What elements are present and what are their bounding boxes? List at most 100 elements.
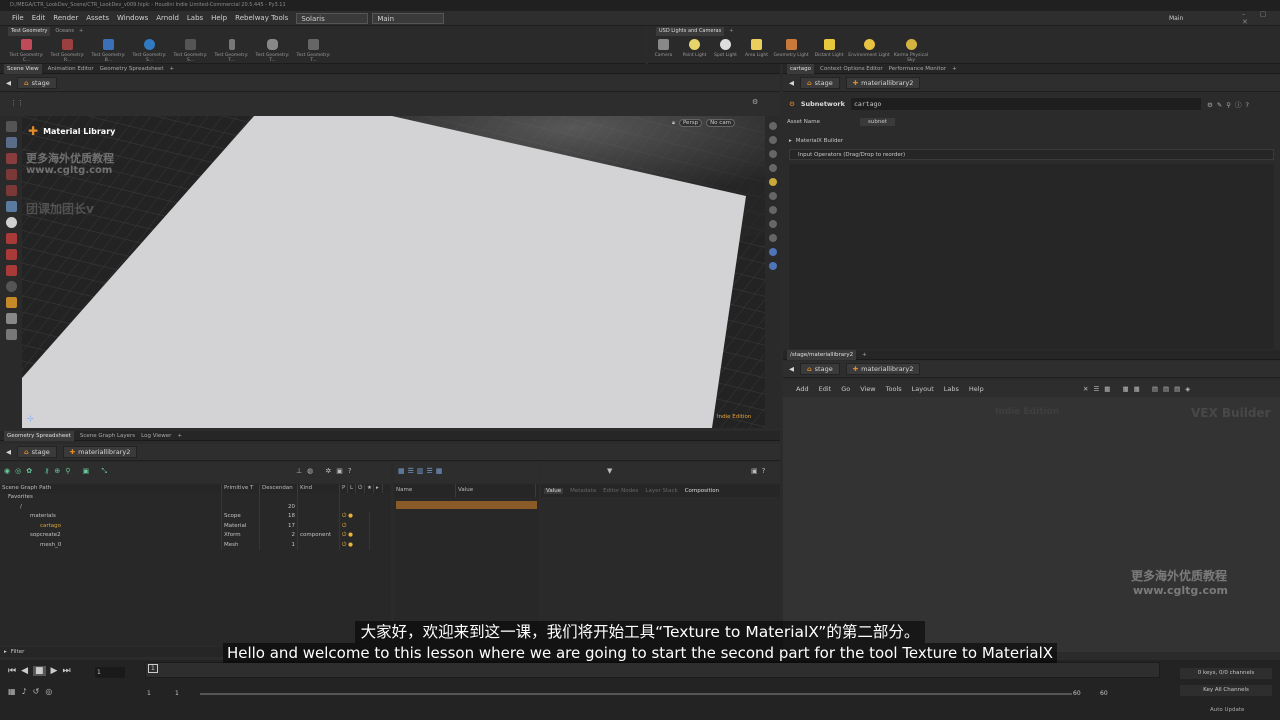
- tab-geometry-spreadsheet[interactable]: Geometry Spreadsheet: [100, 66, 164, 72]
- network-menu-labs[interactable]: Labs: [944, 385, 959, 393]
- display-option-icon[interactable]: [768, 220, 777, 228]
- tab-scene-graph-layers[interactable]: Scene Graph Layers: [80, 433, 135, 439]
- tab-metadata[interactable]: Metadata: [570, 488, 596, 494]
- timeline-cursor[interactable]: 1: [148, 664, 158, 673]
- magnet-icon[interactable]: [5, 249, 17, 260]
- rotate-tool-icon[interactable]: [5, 169, 17, 180]
- tab-log-viewer[interactable]: Log Viewer: [141, 433, 171, 439]
- pin-icon[interactable]: [5, 313, 17, 324]
- auto-update-menu[interactable]: Auto Update: [1210, 707, 1244, 713]
- filter-icon[interactable]: ▼: [607, 467, 612, 475]
- geometry-light-tool[interactable]: Geometry Light: [772, 38, 810, 63]
- area-light-tool[interactable]: Area Light: [741, 38, 772, 63]
- brush-icon[interactable]: [5, 329, 17, 340]
- range-icon[interactable]: ◎: [45, 687, 52, 696]
- last-frame-icon[interactable]: ⏭: [62, 666, 70, 676]
- network-menu-help[interactable]: Help: [969, 385, 984, 393]
- menu-labs[interactable]: Labs: [183, 14, 207, 22]
- tree-row[interactable]: /20: [0, 502, 391, 512]
- path-stage[interactable]: ⌂ stage: [17, 77, 57, 89]
- tab-context-options[interactable]: Context Options Editor: [820, 66, 883, 72]
- menu-edit[interactable]: Edit: [28, 14, 50, 22]
- tree-row[interactable]: materials Scope 18 ⏻ ●: [0, 512, 391, 522]
- shelf-tab-oceans[interactable]: Oceans: [55, 27, 74, 36]
- point-light-tool[interactable]: Point Light: [679, 38, 710, 63]
- path-materiallibrary2[interactable]: ✚ materiallibrary2: [62, 446, 138, 458]
- gear-icon[interactable]: ⚙: [752, 98, 758, 106]
- node-name-field[interactable]: cartago: [850, 98, 1201, 110]
- display-option-icon[interactable]: [768, 150, 777, 158]
- path-materiallibrary2[interactable]: ✚ materiallibrary2: [845, 363, 921, 375]
- network-editor[interactable]: Indie Edition VEX Builder 更多海外优质教程 www.c…: [783, 397, 1280, 652]
- path-stage[interactable]: ⌂ stage: [800, 77, 840, 89]
- add-tab-icon[interactable]: +: [862, 352, 867, 358]
- tab-value[interactable]: Value: [544, 487, 564, 494]
- menu-file[interactable]: File: [8, 14, 28, 22]
- distant-light-tool[interactable]: Distant Light: [810, 38, 848, 63]
- menu-render[interactable]: Render: [49, 14, 82, 22]
- display-option-icon[interactable]: [768, 122, 777, 130]
- menu-windows[interactable]: Windows: [113, 14, 152, 22]
- tab-layer-stack[interactable]: Layer Stack: [645, 488, 677, 494]
- back-arrow-icon[interactable]: ◀: [789, 365, 794, 373]
- camera-menu[interactable]: No cam: [706, 119, 736, 127]
- spot-light-tool[interactable]: Spot Light: [710, 38, 741, 63]
- desktop-select[interactable]: Solaris: [296, 12, 369, 24]
- view-tool-icon[interactable]: [5, 217, 17, 228]
- path-stage[interactable]: ⌂ stage: [800, 363, 840, 375]
- snap-icon[interactable]: [5, 233, 17, 244]
- menu-rebelway-tools[interactable]: Rebelway Tools: [231, 14, 292, 22]
- lock-camera-icon[interactable]: 🔒︎: [672, 120, 675, 127]
- tab-network[interactable]: /stage/materiallibrary2: [787, 349, 857, 360]
- move-tool-icon[interactable]: [5, 153, 17, 164]
- display-option-icon[interactable]: [768, 164, 777, 172]
- tree-row[interactable]: mesh_0 Mesh 1 ⏻ ●: [0, 540, 391, 550]
- display-option-icon[interactable]: [768, 136, 777, 144]
- lock-icon[interactable]: [5, 137, 17, 148]
- range-start2-field[interactable]: 1: [175, 690, 179, 697]
- shelf-tool[interactable]: Test Geometry: R...: [47, 38, 88, 63]
- tree-row[interactable]: cartago Material 17 ⏻: [0, 521, 391, 531]
- camera-tool[interactable]: Camera: [648, 38, 679, 63]
- network-menu-layout[interactable]: Layout: [912, 385, 934, 393]
- prev-frame-icon[interactable]: ◀: [21, 666, 28, 676]
- shelf-tool[interactable]: Test Geometry: S...: [170, 38, 211, 63]
- param-toolbar-icons[interactable]: ⚙✎⚲ⓘ?: [1207, 99, 1253, 109]
- add-tab-icon[interactable]: +: [952, 66, 957, 72]
- scene-graph-right-icons[interactable]: ⊥◍ ✲▣?: [296, 467, 357, 475]
- attr-selected-row[interactable]: [396, 501, 537, 509]
- loop-icon[interactable]: ↺: [33, 687, 40, 696]
- add-tab-icon[interactable]: +: [169, 66, 174, 72]
- range-start-field[interactable]: 1: [147, 690, 151, 697]
- tab-geometry-spreadsheet[interactable]: Geometry Spreadsheet: [4, 430, 74, 441]
- stop-icon[interactable]: ■: [33, 666, 46, 676]
- audio-icon[interactable]: ♪: [22, 687, 27, 696]
- realtime-icon[interactable]: ▦: [8, 687, 16, 696]
- input-operators-list[interactable]: Input Operators (Drag/Drop to reorder): [789, 149, 1274, 160]
- tab-composition[interactable]: Composition: [685, 488, 719, 494]
- shelf-tool[interactable]: Test Geometry: C...: [6, 38, 47, 63]
- scene-viewport[interactable]: ✚ Material Library 更多海外优质教程 www.cgltg.co…: [22, 116, 780, 428]
- tree-row[interactable]: Favorites: [0, 493, 391, 503]
- network-menu-tools[interactable]: Tools: [886, 385, 902, 393]
- play-icon[interactable]: ▶: [51, 666, 58, 676]
- display-option-icon[interactable]: [768, 192, 777, 200]
- menu-assets[interactable]: Assets: [82, 14, 113, 22]
- back-arrow-icon[interactable]: ◀: [6, 448, 11, 456]
- network-menu-go[interactable]: Go: [841, 385, 850, 393]
- key-all-channels-button[interactable]: Key All Channels: [1180, 685, 1272, 696]
- display-option-icon[interactable]: [768, 248, 777, 256]
- magnet2-icon[interactable]: [5, 265, 17, 276]
- window-controls[interactable]: – ▢ ✕: [1238, 10, 1280, 26]
- select-tool-icon[interactable]: [5, 121, 17, 132]
- shelf-tab-lights-cameras[interactable]: USD Lights and Cameras: [656, 27, 725, 36]
- current-frame-field[interactable]: 1: [95, 667, 125, 678]
- path-materiallibrary2[interactable]: ✚ materiallibrary2: [845, 77, 921, 89]
- network-menu-view[interactable]: View: [860, 385, 875, 393]
- desktop-right-select[interactable]: Main: [1165, 15, 1187, 22]
- scene-graph-tool-icons[interactable]: ◉◎✿ ⚷⊕⚲ ▣ ⤡: [4, 467, 112, 476]
- back-arrow-icon[interactable]: ◀: [6, 79, 11, 87]
- timeline-tools[interactable]: ▦ ♪ ↺ ◎: [8, 687, 52, 696]
- first-frame-icon[interactable]: ⏮: [8, 666, 16, 676]
- display-option-icon[interactable]: [768, 206, 777, 214]
